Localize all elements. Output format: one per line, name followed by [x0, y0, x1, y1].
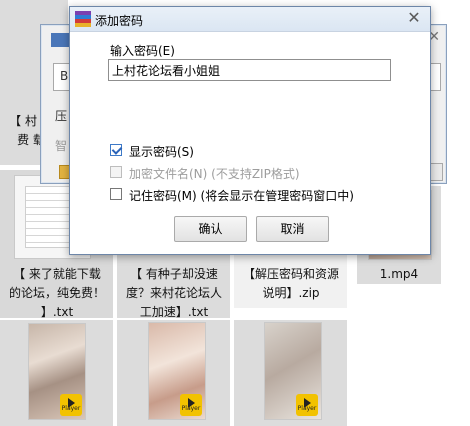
winrar-icon	[51, 33, 69, 47]
checkbox-checked-icon[interactable]	[110, 144, 122, 156]
player-icon: Player	[296, 394, 318, 416]
dialog-titlebar[interactable]: 添加密码 ✕	[70, 7, 430, 32]
winrar-icon	[75, 11, 91, 27]
player-icon: Player	[60, 394, 82, 416]
background-label-1: 压	[55, 109, 68, 123]
add-password-dialog: 添加密码 ✕ 输入密码(E) 显示密码(S) 加密文件名(N) (不支持ZIP格…	[69, 6, 431, 255]
remember-password-checkbox[interactable]: 记住密码(M) (将会显示在管理密码窗口中)	[110, 187, 410, 203]
file-caption-4: 【解压密码和资源说明】.zip	[242, 267, 339, 300]
checkbox-icon[interactable]	[110, 188, 122, 200]
encrypt-filenames-label: 加密文件名(N) (不支持ZIP格式)	[129, 167, 300, 181]
file-caption-2: 【 来了就能下载的论坛，纯免费！ 】.txt	[8, 267, 105, 319]
background-field-text: B	[60, 69, 69, 83]
remember-password-label: 记住密码(M) (将会显示在管理密码窗口中)	[129, 189, 354, 203]
dialog-title: 添加密码	[95, 14, 144, 28]
encrypt-filenames-checkbox: 加密文件名(N) (不支持ZIP格式)	[110, 165, 370, 181]
file-caption-5: 1.mp4	[379, 267, 419, 281]
file-caption-3: 【 有种子却没速度？来村花论坛人工加速】.txt	[125, 267, 222, 319]
video-thumb-3: Player	[264, 322, 322, 420]
checkbox-icon	[110, 166, 122, 178]
player-icon: Player	[180, 394, 202, 416]
cancel-button[interactable]: 取消	[256, 216, 329, 242]
password-label: 输入密码(E)	[110, 44, 175, 58]
background-label-2: 智	[55, 139, 68, 153]
password-input[interactable]	[108, 59, 391, 81]
show-password-label: 显示密码(S)	[129, 145, 194, 159]
show-password-checkbox[interactable]: 显示密码(S)	[110, 143, 310, 159]
close-icon[interactable]: ✕	[404, 9, 424, 27]
video-thumb-1: Player	[28, 323, 86, 420]
ok-button[interactable]: 确认	[174, 216, 247, 242]
video-thumb-2: Player	[148, 322, 206, 420]
